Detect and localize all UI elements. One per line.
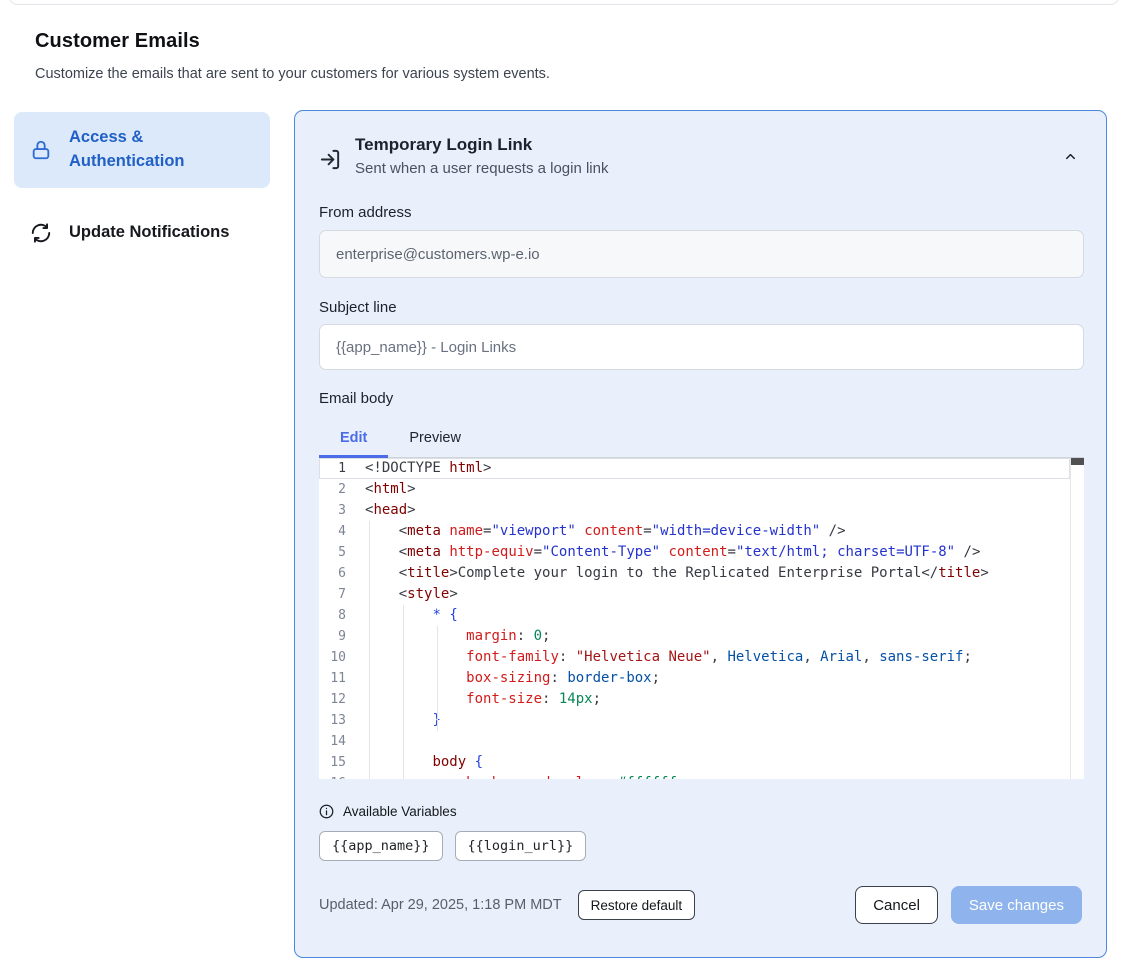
code-line-3[interactable]: 3<head> — [319, 500, 1084, 521]
restore-default-button[interactable]: Restore default — [578, 890, 696, 920]
editor-scrollbar-thumb[interactable] — [1071, 458, 1084, 465]
code-rows: 1<!DOCTYPE html>2<html>3<head>4 <meta na… — [319, 458, 1084, 779]
code-line-10[interactable]: 10 font-family: "Helvetica Neue", Helvet… — [319, 647, 1084, 668]
code-line-9[interactable]: 9 margin: 0; — [319, 626, 1084, 647]
card-header: Temporary Login Link Sent when a user re… — [319, 135, 1082, 177]
code-line-7[interactable]: 7 <style> — [319, 584, 1084, 605]
code-text: font-family: "Helvetica Neue", Helvetica… — [365, 647, 972, 668]
available-variables-header: Available Variables — [319, 804, 1082, 819]
card-footer: Updated: Apr 29, 2025, 1:18 PM MDT Resto… — [319, 886, 1082, 924]
code-text: <html> — [365, 479, 416, 500]
code-line-15[interactable]: 15 body { — [319, 752, 1084, 773]
card-subtitle: Sent when a user requests a login link — [355, 160, 608, 177]
email-types-sidebar: Access & Authentication Update Notificat… — [14, 112, 270, 259]
code-line-4[interactable]: 4 <meta name="viewport" content="width=d… — [319, 521, 1084, 542]
code-text: <style> — [365, 584, 458, 605]
refresh-icon — [30, 221, 52, 245]
cancel-button[interactable]: Cancel — [855, 886, 938, 924]
code-text: font-size: 14px; — [365, 689, 601, 710]
tab-preview[interactable]: Preview — [388, 419, 482, 457]
tab-edit[interactable]: Edit — [319, 419, 388, 457]
editor-tabs: Edit Preview — [319, 419, 1082, 457]
code-text: <head> — [365, 500, 416, 521]
customer-emails-page: Customer Emails Customize the emails tha… — [0, 0, 1128, 980]
code-line-6[interactable]: 6 <title>Complete your login to the Repl… — [319, 563, 1084, 584]
code-line-12[interactable]: 12 font-size: 14px; — [319, 689, 1084, 710]
variable-chip-login-url[interactable]: {{login_url}} — [455, 831, 587, 861]
editor-scrollbar[interactable] — [1070, 458, 1084, 779]
line-number: 5 — [319, 542, 365, 563]
code-text: background-color: #ffffff; — [365, 773, 685, 779]
variable-chips: {{app_name}} {{login_url}} — [319, 831, 1082, 861]
code-line-13[interactable]: 13 } — [319, 710, 1084, 731]
line-number: 8 — [319, 605, 365, 626]
info-icon[interactable] — [319, 804, 334, 819]
indent-guide — [437, 626, 438, 731]
indent-guide — [403, 605, 404, 779]
line-number: 14 — [319, 731, 365, 752]
page-header: Customer Emails Customize the emails tha… — [35, 30, 1095, 82]
code-line-16[interactable]: 16 background-color: #ffffff; — [319, 773, 1084, 779]
lock-icon — [30, 138, 52, 162]
code-text: box-sizing: border-box; — [365, 668, 660, 689]
code-line-8[interactable]: 8 * { — [319, 605, 1084, 626]
page-title: Customer Emails — [35, 30, 1095, 53]
code-text: <meta name="viewport" content="width=dev… — [365, 521, 846, 542]
code-line-2[interactable]: 2<html> — [319, 479, 1084, 500]
code-text: <meta http-equiv="Content-Type" content=… — [365, 542, 980, 563]
page-subtitle: Customize the emails that are sent to yo… — [35, 66, 1095, 82]
line-number: 2 — [319, 479, 365, 500]
code-text: * { — [365, 605, 458, 626]
available-variables-label: Available Variables — [343, 804, 457, 819]
chevron-up-icon — [1063, 149, 1078, 169]
email-body-code-editor[interactable]: 1<!DOCTYPE html>2<html>3<head>4 <meta na… — [319, 457, 1084, 779]
from-address-input[interactable]: enterprise@customers.wp-e.io — [319, 230, 1084, 278]
from-address-label: From address — [319, 204, 1082, 221]
sidebar-item-label: Access & Authentication — [69, 126, 254, 174]
line-number: 11 — [319, 668, 365, 689]
temporary-login-link-card: Temporary Login Link Sent when a user re… — [294, 110, 1107, 958]
indent-guide — [369, 521, 370, 779]
code-line-11[interactable]: 11 box-sizing: border-box; — [319, 668, 1084, 689]
card-title-block: Temporary Login Link Sent when a user re… — [355, 135, 608, 177]
line-number: 16 — [319, 773, 365, 779]
email-body-label: Email body — [319, 390, 1082, 407]
code-text: <!DOCTYPE html> — [365, 458, 491, 479]
line-number: 4 — [319, 521, 365, 542]
line-number: 9 — [319, 626, 365, 647]
card-title: Temporary Login Link — [355, 135, 608, 155]
login-icon — [319, 148, 342, 177]
previous-card-bottom-edge — [8, 0, 1120, 5]
code-text: <title>Complete your login to the Replic… — [365, 563, 989, 584]
save-changes-button[interactable]: Save changes — [951, 886, 1082, 924]
code-line-1[interactable]: 1<!DOCTYPE html> — [319, 458, 1070, 479]
line-number: 13 — [319, 710, 365, 731]
code-line-5[interactable]: 5 <meta http-equiv="Content-Type" conten… — [319, 542, 1084, 563]
collapse-button[interactable] — [1058, 147, 1082, 171]
line-number: 1 — [319, 458, 365, 479]
line-number: 7 — [319, 584, 365, 605]
subject-line-input[interactable]: {{app_name}} - Login Links — [319, 324, 1084, 370]
line-number: 15 — [319, 752, 365, 773]
line-number: 6 — [319, 563, 365, 584]
code-text: body { — [365, 752, 483, 773]
code-line-14[interactable]: 14 — [319, 731, 1084, 752]
sidebar-item-access-authentication[interactable]: Access & Authentication — [14, 112, 270, 188]
sidebar-item-update-notifications[interactable]: Update Notifications — [14, 207, 270, 259]
line-number: 3 — [319, 500, 365, 521]
updated-timestamp: Updated: Apr 29, 2025, 1:18 PM MDT — [319, 897, 562, 913]
sidebar-item-label: Update Notifications — [69, 221, 229, 245]
subject-line-label: Subject line — [319, 299, 1082, 316]
variable-chip-app-name[interactable]: {{app_name}} — [319, 831, 443, 861]
line-number: 10 — [319, 647, 365, 668]
code-text: margin: 0; — [365, 626, 550, 647]
line-number: 12 — [319, 689, 365, 710]
